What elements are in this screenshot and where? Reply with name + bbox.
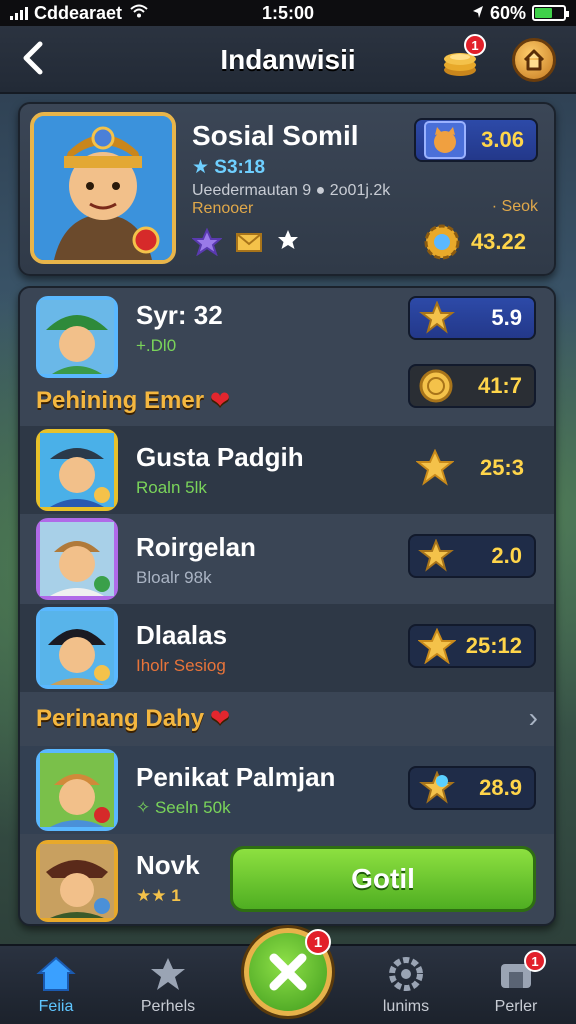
player-subtitle: Bloalr 98k [136, 568, 212, 587]
player-avatar [36, 840, 118, 922]
score-pill: 25:3 [408, 446, 536, 490]
player-list: Syr: 32 +.Dl0 5.9 41:7 Pehining Emer ❤ Gu… [18, 286, 556, 926]
score-value: 2.0 [491, 543, 522, 568]
player-avatar [36, 607, 118, 689]
list-item[interactable]: Dlaalas Iholr Sesiog 25:12 [20, 604, 554, 692]
section-title: Pehining Emer [36, 387, 205, 414]
cat-currency-pill[interactable]: 3.06 [414, 118, 538, 162]
player-name: Novk [136, 850, 200, 880]
player-name: Penikat Palmjan [136, 762, 336, 792]
player-subtitle: +.Dl0 [136, 336, 177, 355]
profile-subtitle: Renooer [192, 200, 254, 217]
player-subtitle: ✧ Seeln 50k [136, 798, 231, 817]
home-icon [36, 956, 76, 991]
player-name: Gusta Padgih [136, 442, 304, 472]
gold-coin-icon [419, 369, 453, 403]
star-badge-icon [418, 539, 454, 572]
section-title: Perinang Dahy [36, 705, 205, 732]
chevron-right-icon[interactable]: › [529, 702, 538, 734]
profile-level: Ueedermautan 9 ● 2o01j.2k [192, 182, 391, 199]
star-icon [151, 958, 185, 990]
coin-value: 43.22 [470, 229, 526, 254]
battery-icon [532, 5, 569, 21]
score-pill: 25:12 [408, 624, 536, 668]
player-subtitle: ★★ 1 [136, 886, 181, 906]
list-item[interactable]: Penikat Palmjan ✧ Seeln 50k 28.9 [20, 746, 554, 834]
score-pill: 28.9 [408, 766, 536, 810]
wifi-icon [130, 4, 148, 23]
notification-badge: 1 [464, 34, 486, 56]
player-avatar [36, 518, 118, 600]
score-pill: 5.9 [408, 296, 536, 340]
signal-icon [10, 6, 28, 20]
heart-icon: ❤ [210, 387, 231, 414]
cat-value: 3.06 [481, 127, 524, 152]
notification-badge: 1 [524, 950, 546, 972]
coins-button[interactable]: 1 [440, 34, 486, 80]
coin-pill: 41:7 [408, 364, 536, 408]
notification-badge: 1 [305, 929, 331, 955]
heart-icon: ❤ [210, 705, 231, 732]
gear-icon [389, 957, 423, 991]
carrier-name: Cddearaet [34, 2, 123, 23]
nav-label: Perhels [140, 998, 196, 1015]
star-icon [278, 230, 298, 249]
hero-avatar [30, 112, 176, 264]
nav-label: Feiia [38, 998, 74, 1015]
nav-label: lunims [382, 998, 430, 1015]
profile-card[interactable]: Sosial Somil ★ S3:18 Ueedermautan 9 ● 2o… [18, 102, 556, 276]
coin-value: 41:7 [477, 373, 522, 398]
battery-percent: 60% [489, 2, 526, 23]
envelope-icon [236, 233, 262, 252]
profile-gems [192, 228, 300, 256]
score-value: 25:3 [479, 455, 524, 480]
score-pill: 2.0 [408, 534, 536, 578]
nav-item-perhels[interactable]: Perhels [118, 954, 218, 1016]
status-bar: Cddearaet 1:5:00 60% [0, 0, 576, 26]
section-header: Pehining Emer ❤ [36, 386, 230, 415]
star-icon [416, 449, 454, 486]
profile-seek: · Seok [491, 198, 538, 215]
nav-item-perler[interactable]: 1 Perler [466, 950, 566, 1016]
player-name: Syr: 32 [136, 300, 223, 330]
home-button[interactable] [512, 38, 556, 82]
nav-item-lunims[interactable]: lunims [356, 954, 456, 1016]
player-subtitle: Roaln 5lk [136, 478, 207, 497]
star-icon [418, 628, 456, 664]
score-value: 5.9 [491, 305, 522, 330]
coin-currency-pill[interactable]: 43.22 [414, 220, 538, 264]
location-icon [472, 3, 484, 24]
gold-gear-icon [424, 224, 460, 260]
list-item[interactable]: Gusta Padgih Roaln 5lk 25:3 [20, 426, 554, 514]
section-header[interactable]: Perinang Dahy ❤ [36, 704, 230, 733]
star-count: 1 [171, 886, 181, 905]
star-badge-icon [419, 301, 455, 334]
star-gem-icon [192, 228, 222, 256]
player-avatar [36, 296, 118, 378]
nav-label: Perler [494, 998, 538, 1015]
player-avatar [36, 749, 118, 831]
profile-stat: ★ S3:18 [192, 157, 266, 178]
stars-icon: ★★ [136, 886, 167, 905]
list-item[interactable]: Syr: 32 +.Dl0 5.9 41:7 [20, 288, 554, 408]
nav-item-home[interactable]: Feiia [6, 954, 106, 1016]
score-value: 28.9 [479, 775, 522, 800]
score-value: 25:12 [465, 633, 522, 658]
home-icon [523, 49, 545, 71]
close-x-icon [269, 953, 307, 991]
top-header: Indanwisii 1 [0, 26, 576, 94]
goti-button[interactable]: Gotil [230, 846, 536, 912]
list-item[interactable]: Roirgelan Bloalr 98k 2.0 [20, 514, 554, 604]
player-name: Roirgelan [136, 532, 256, 562]
center-action-button[interactable]: 1 [244, 928, 332, 1016]
page-title: Indanwisii [220, 44, 356, 75]
player-avatar [36, 429, 118, 511]
cat-icon [424, 121, 466, 159]
gem-star-icon [419, 771, 455, 804]
profile-name: Sosial Somil [192, 120, 359, 151]
player-subtitle: Iholr Sesiog [136, 656, 226, 675]
player-name: Dlaalas [136, 620, 228, 650]
